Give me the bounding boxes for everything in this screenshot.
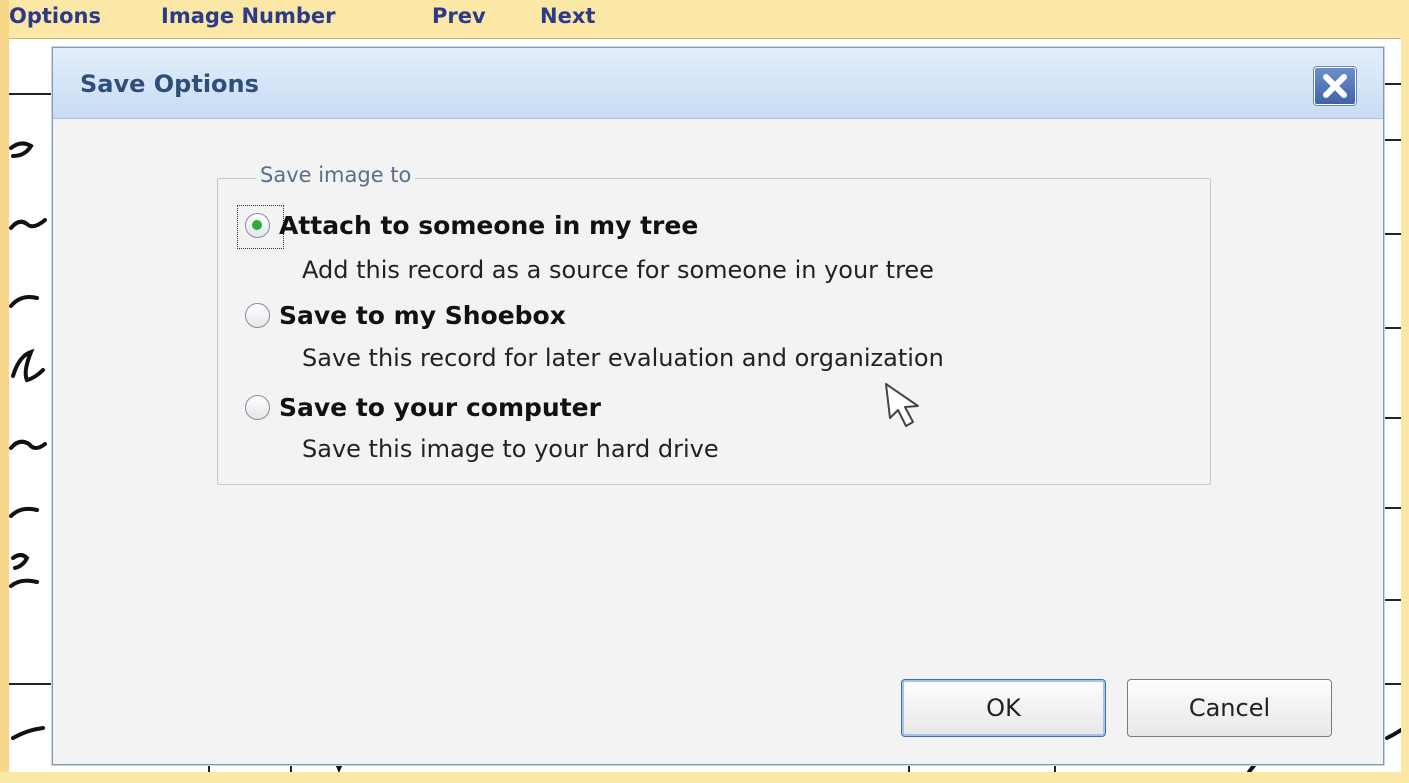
frame-right-border [1401, 0, 1409, 783]
option-description: Save this record for later evaluation an… [302, 344, 944, 372]
dialog-close-button[interactable] [1314, 67, 1356, 105]
option-description: Add this record as a source for someone … [302, 256, 934, 284]
ok-button[interactable]: OK [901, 679, 1106, 737]
group-legend: Save image to [256, 163, 416, 187]
option-label[interactable]: Attach to someone in my tree [279, 211, 698, 240]
radio-save-to-shoebox[interactable] [245, 303, 270, 328]
cancel-button[interactable]: Cancel [1127, 679, 1332, 737]
toolbar-image-number-link[interactable]: Image Number [161, 4, 336, 28]
option-attach-to-tree[interactable]: Attach to someone in my tree [237, 205, 1145, 249]
dialog-title-bar[interactable]: Save Options [53, 48, 1383, 119]
option-save-to-computer[interactable]: Save to your computer [245, 391, 1145, 425]
dialog-title: Save Options [80, 70, 259, 98]
viewer-toolbar: Options Image Number Prev Next [9, 0, 1401, 39]
mouse-pointer-icon [885, 383, 919, 427]
option-label[interactable]: Save to your computer [279, 393, 601, 422]
toolbar-options-link[interactable]: Options [9, 4, 101, 28]
close-icon [1323, 74, 1347, 98]
toolbar-prev-link[interactable]: Prev [432, 4, 486, 28]
toolbar-next-link[interactable]: Next [540, 4, 595, 28]
radio-attach-to-tree[interactable] [245, 213, 270, 238]
save-image-to-group: Save image to Attach to someone in my tr… [217, 163, 1211, 485]
radio-save-to-computer[interactable] [245, 395, 270, 420]
option-description: Save this image to your hard drive [302, 435, 719, 463]
option-save-to-shoebox[interactable]: Save to my Shoebox [245, 299, 1145, 333]
save-options-dialog: Save Options Save image to Attach to som… [52, 47, 1384, 765]
frame-bottom-border [0, 772, 1409, 783]
option-label[interactable]: Save to my Shoebox [279, 301, 566, 330]
frame-left-border [0, 0, 9, 783]
